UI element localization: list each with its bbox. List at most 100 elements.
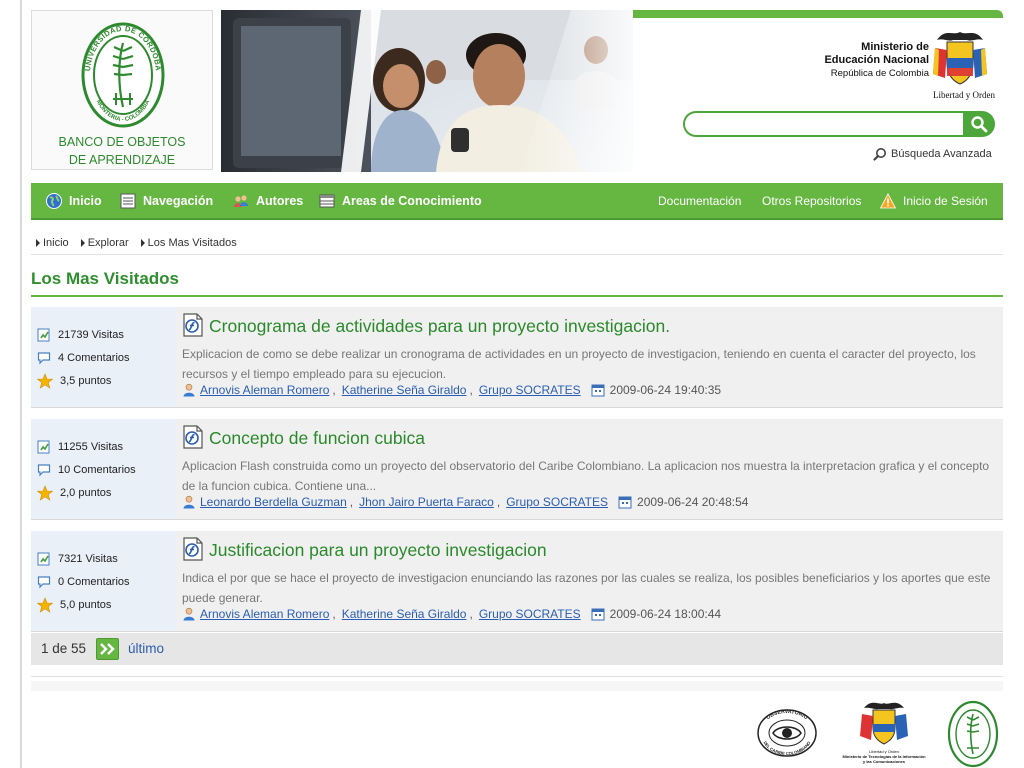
item-date: 2009-06-24 19:40:35 bbox=[609, 383, 722, 397]
search-icon bbox=[971, 116, 988, 133]
item-title-link[interactable]: Cronograma de actividades para un proyec… bbox=[209, 316, 670, 337]
star-icon bbox=[37, 597, 53, 613]
site-logo[interactable]: UNIVERSIDAD DE CORDOBA MONTERIA - COLOMB… bbox=[31, 10, 213, 170]
item-meta: Arnovis Aleman Romero, Katherine Seña Gir… bbox=[182, 383, 721, 397]
last-page-link[interactable]: último bbox=[128, 641, 164, 656]
footer-divider bbox=[31, 676, 1003, 677]
author-link[interactable]: Katherine Seña Giraldo bbox=[342, 607, 467, 621]
breadcrumb-mas-visitados[interactable]: Los Mas Visitados bbox=[140, 237, 237, 249]
item-stats: 21739 Visitas 4 Comentarios 3,5 puntos bbox=[31, 307, 176, 407]
author-separator: , bbox=[496, 495, 501, 509]
breadcrumb-label: Explorar bbox=[87, 237, 129, 249]
flash-document-icon bbox=[183, 425, 203, 449]
author-link[interactable]: Katherine Seña Giraldo bbox=[342, 383, 467, 397]
item-title-link[interactable]: Concepto de funcion cubica bbox=[209, 428, 425, 449]
comments-count: 0 Comentarios bbox=[58, 576, 130, 588]
item-meta: Leonardo Berdella Guzman, Jhon Jairo Puer… bbox=[182, 495, 748, 509]
nav-otros-repositorios[interactable]: Otros Repositorios bbox=[762, 183, 861, 218]
breadcrumb: Inicio Explorar Los Mas Visitados bbox=[36, 237, 237, 249]
mintic-logo[interactable]: Libertad y Orden Ministerio de Tecnologí… bbox=[838, 700, 930, 768]
header-green-strip bbox=[633, 10, 1003, 18]
site-name-line1: BANCO DE OBJETOS bbox=[58, 135, 186, 149]
breadcrumb-label: Los Mas Visitados bbox=[147, 237, 237, 249]
nav-otros-label: Otros Repositorios bbox=[762, 193, 862, 208]
search-button[interactable] bbox=[963, 111, 995, 137]
visits-stat: 7321 Visitas bbox=[37, 552, 118, 566]
item-date: 2009-06-24 20:48:54 bbox=[637, 495, 749, 509]
author-link[interactable]: Grupo SOCRATES bbox=[479, 383, 581, 397]
calendar-icon bbox=[618, 496, 632, 509]
header-photo bbox=[221, 10, 633, 172]
ministry-line3: República de Colombia bbox=[830, 68, 929, 79]
author-link[interactable]: Leonardo Berdella Guzman bbox=[200, 495, 347, 509]
author-link[interactable]: Arnovis Aleman Romero bbox=[200, 607, 329, 621]
coat-of-arms-icon bbox=[933, 32, 987, 85]
author-separator: , bbox=[469, 383, 473, 397]
observatorio-logo[interactable]: OBSERVATORIO DEL CARIBE COLOMBIANO bbox=[756, 708, 818, 758]
author-separator: , bbox=[349, 495, 354, 509]
arrow-right-icon bbox=[80, 239, 85, 247]
author-link[interactable]: Grupo SOCRATES bbox=[506, 495, 608, 509]
breadcrumb-inicio[interactable]: Inicio bbox=[36, 237, 69, 249]
double-chevron-right-icon bbox=[99, 643, 115, 655]
nav-areas[interactable]: Areas de Conocimiento bbox=[319, 183, 482, 218]
flash-document-icon bbox=[183, 537, 203, 561]
item-meta: Arnovis Aleman Romero, Katherine Seña Gir… bbox=[182, 607, 721, 621]
comments-count: 10 Comentarios bbox=[58, 464, 136, 476]
comments-count: 4 Comentarios bbox=[58, 352, 130, 364]
item-title-link[interactable]: Justificacion para un proyecto investiga… bbox=[209, 540, 547, 561]
user-icon bbox=[183, 383, 195, 397]
item-description: Indica el por que se hace el proyecto de… bbox=[182, 571, 991, 605]
header-right: Ministerio de Educación Nacional Repúbli… bbox=[633, 10, 1003, 172]
list-item: 21739 Visitas 4 Comentarios 3,5 puntos Cron… bbox=[31, 307, 1003, 408]
nav-autores[interactable]: Autores bbox=[233, 183, 303, 218]
rating-points: 3,5 puntos bbox=[60, 375, 112, 387]
advanced-search-link[interactable]: Búsqueda Avanzada bbox=[873, 147, 992, 161]
visits-count: 11255 Visitas bbox=[58, 441, 124, 453]
nav-sesion-label: Inicio de Sesión bbox=[903, 193, 988, 208]
ministry-motto: Libertad y Orden bbox=[933, 90, 995, 100]
search-input[interactable] bbox=[683, 111, 965, 137]
header: UNIVERSIDAD DE CORDOBA MONTERIA - COLOMB… bbox=[31, 10, 1003, 172]
ministry-text: Ministerio de Educación Nacional Repúbli… bbox=[824, 41, 929, 80]
author-link[interactable]: Jhon Jairo Puerta Faraco bbox=[359, 495, 494, 509]
breadcrumb-divider bbox=[31, 254, 1003, 255]
globe-icon bbox=[46, 192, 62, 209]
advanced-search-label: Búsqueda Avanzada bbox=[891, 148, 992, 160]
coat-of-arms-icon bbox=[860, 702, 908, 745]
next-page-button[interactable] bbox=[96, 638, 119, 660]
arrow-right-icon bbox=[140, 239, 145, 247]
item-description: Aplicacion Flash construida como un proy… bbox=[182, 459, 990, 493]
nav-inicio-sesion[interactable]: Inicio de Sesión bbox=[880, 183, 988, 218]
list-item: 7321 Visitas 0 Comentarios 5,0 puntos Justi… bbox=[31, 531, 1003, 632]
page-left-border bbox=[20, 0, 22, 768]
nav-navegacion-label: Navegación bbox=[143, 193, 214, 208]
breadcrumb-explorar[interactable]: Explorar bbox=[80, 237, 129, 249]
university-seal-icon: UNIVERSIDAD DE CORDOBA MONTERIA - COLOMB… bbox=[81, 22, 165, 128]
author-separator: , bbox=[332, 607, 336, 621]
rating-points: 2,0 puntos bbox=[60, 487, 112, 499]
calendar-icon bbox=[591, 384, 605, 397]
visits-count: 21739 Visitas bbox=[58, 329, 124, 341]
nav-documentacion[interactable]: Documentación bbox=[658, 183, 741, 218]
flash-document-icon bbox=[183, 313, 203, 337]
rating-points: 5,0 puntos bbox=[60, 599, 112, 611]
nav-navegacion[interactable]: Navegación bbox=[120, 183, 213, 218]
nav-documentacion-label: Documentación bbox=[658, 193, 742, 208]
magnifier-icon bbox=[873, 148, 886, 161]
site-name: BANCO DE OBJETOS DE APRENDIZAJE bbox=[32, 133, 212, 169]
university-footer-seal-icon[interactable] bbox=[947, 700, 999, 768]
author-link[interactable]: Grupo SOCRATES bbox=[479, 607, 581, 621]
nav-areas-label: Areas de Conocimiento bbox=[342, 193, 482, 208]
item-stats: 11255 Visitas 10 Comentarios 2,0 puntos bbox=[31, 419, 176, 519]
author-link[interactable]: Arnovis Aleman Romero bbox=[200, 383, 329, 397]
page-title: Los Mas Visitados bbox=[31, 269, 180, 288]
comment-icon bbox=[37, 464, 51, 477]
list-item: 11255 Visitas 10 Comentarios 2,0 puntos Con… bbox=[31, 419, 1003, 520]
author-separator: , bbox=[332, 383, 336, 397]
star-icon bbox=[37, 373, 53, 389]
table-icon bbox=[319, 194, 335, 207]
arrow-right-icon bbox=[36, 239, 40, 247]
rating-stat: 3,5 puntos bbox=[37, 373, 111, 389]
nav-inicio[interactable]: Inicio bbox=[46, 183, 102, 218]
